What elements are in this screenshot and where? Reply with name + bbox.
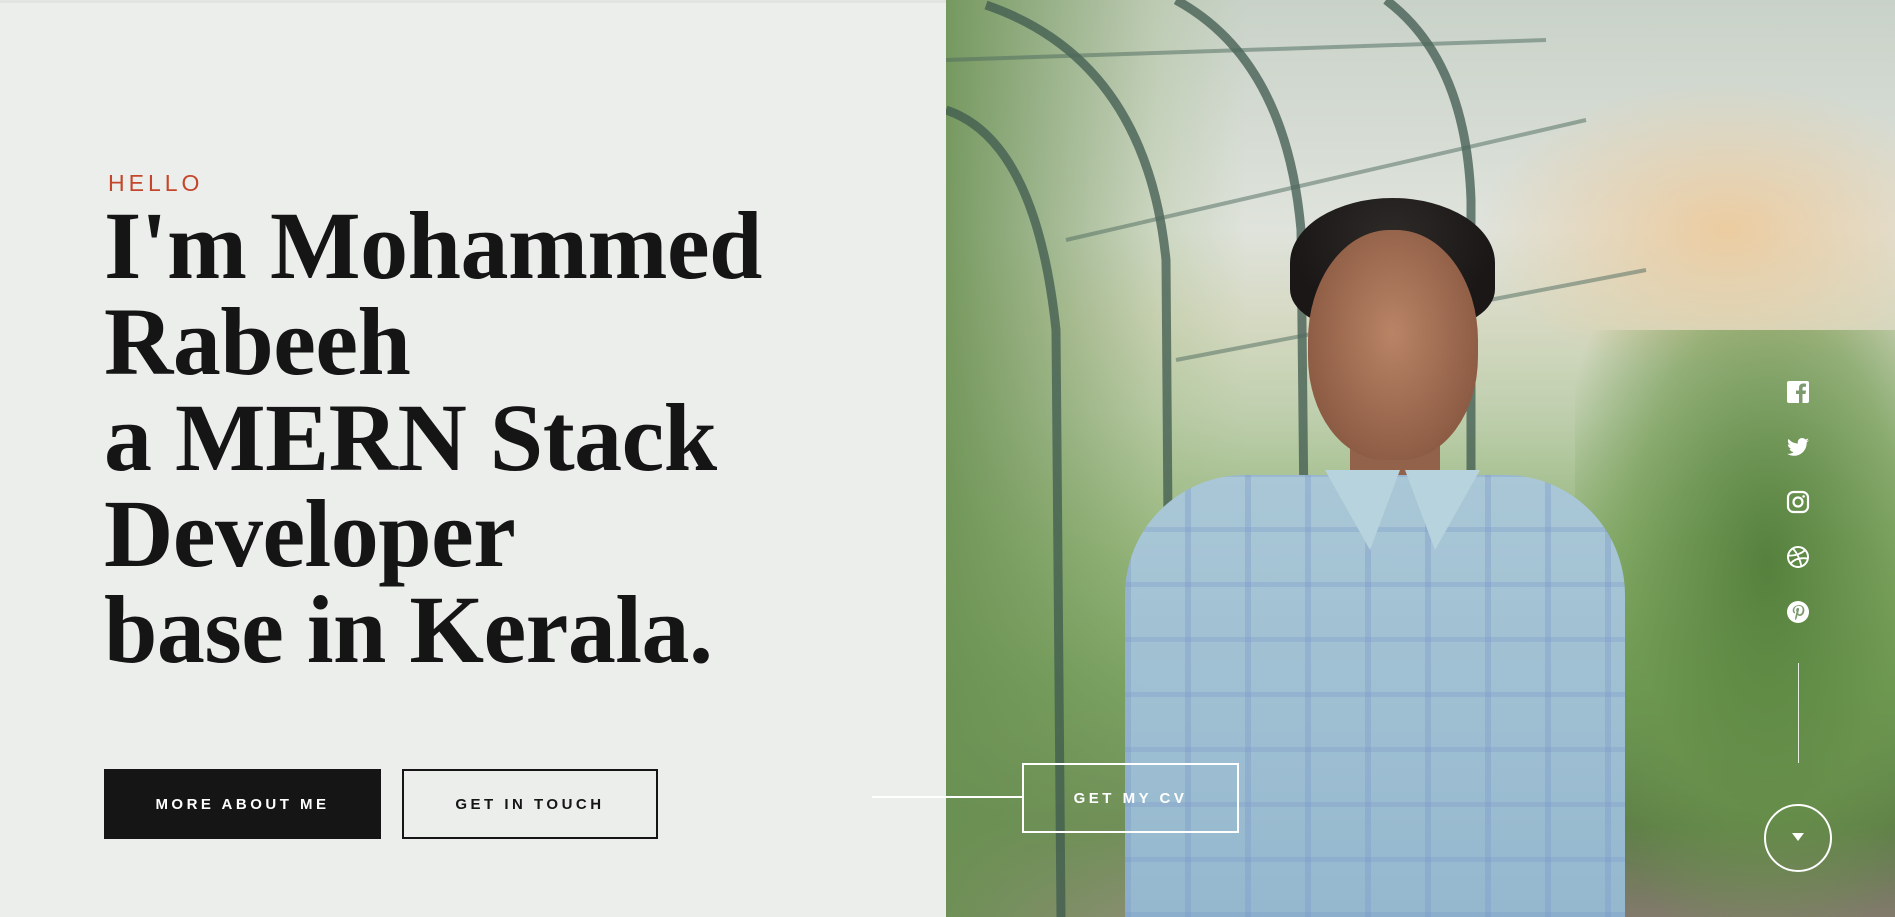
headline-line: base in Kerala.	[104, 576, 713, 683]
pinterest-icon[interactable]	[1786, 600, 1810, 624]
facebook-icon[interactable]	[1786, 380, 1810, 404]
get-in-touch-button[interactable]: GET IN TOUCH	[402, 769, 658, 839]
shirt-collar-right	[1405, 470, 1480, 550]
twitter-icon[interactable]	[1786, 435, 1810, 459]
instagram-icon[interactable]	[1786, 490, 1810, 514]
cv-connector-line	[872, 796, 1024, 798]
social-links	[1786, 380, 1810, 655]
dribbble-icon[interactable]	[1786, 545, 1810, 569]
top-divider	[0, 0, 946, 3]
hero-text-panel: HELLO I'm Mohammed Rabeeh a MERN Stack D…	[0, 0, 946, 917]
headline-line: Developer	[104, 480, 516, 587]
shirt-collar-left	[1325, 470, 1400, 550]
portrait-face	[1308, 230, 1478, 460]
headline-line: a MERN Stack	[104, 384, 717, 491]
headline-line: I'm Mohammed	[104, 192, 762, 299]
social-divider-line	[1798, 663, 1799, 763]
caret-down-icon	[1791, 829, 1805, 847]
scroll-down-button[interactable]	[1764, 804, 1832, 872]
hero-headline: I'm Mohammed Rabeeh a MERN Stack Develop…	[104, 198, 924, 678]
headline-line: Rabeeh	[104, 288, 411, 395]
get-my-cv-button[interactable]: GET MY CV	[1022, 763, 1239, 833]
more-about-me-button[interactable]: MORE ABOUT ME	[104, 769, 381, 839]
